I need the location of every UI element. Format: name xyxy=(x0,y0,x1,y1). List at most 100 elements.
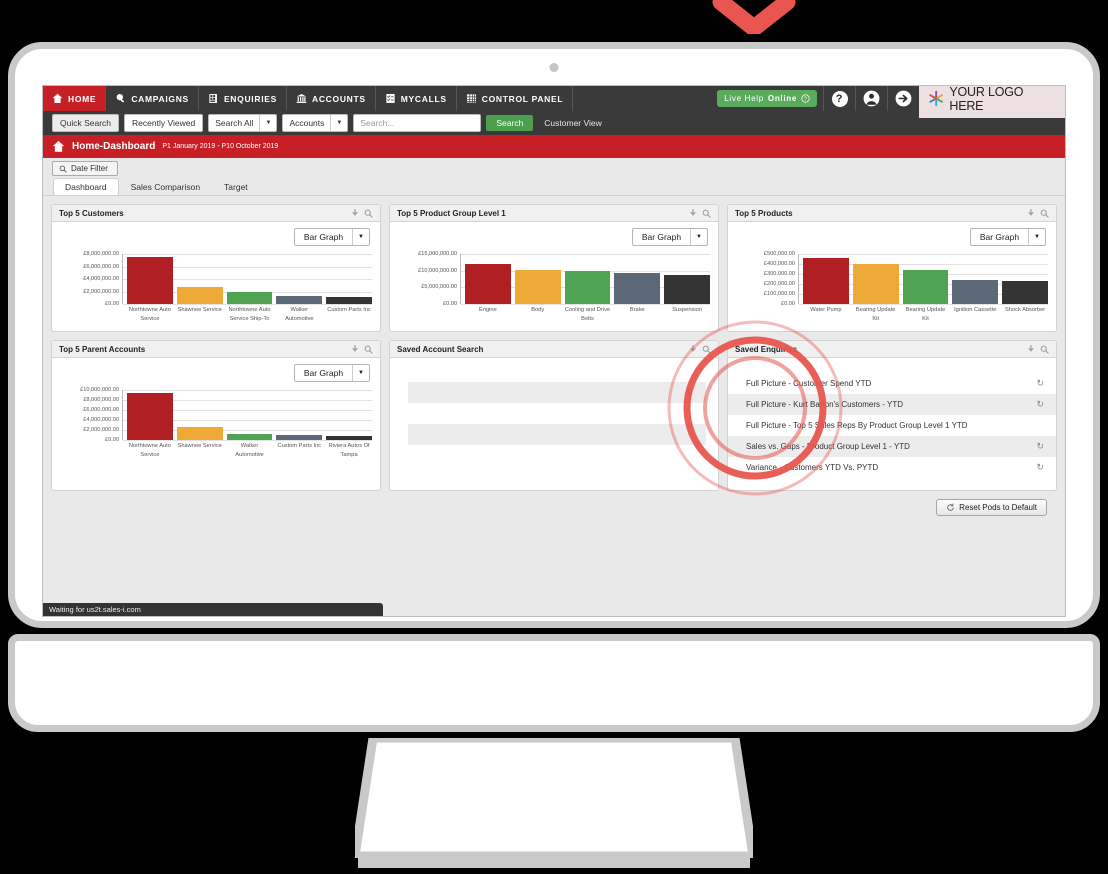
x-axis-tick: Shock Absorber xyxy=(1005,307,1046,313)
list-item[interactable]: Full Picture - Kurt Barton's Customers -… xyxy=(728,394,1056,416)
chart-bar[interactable] xyxy=(276,295,323,304)
chart-bar[interactable] xyxy=(226,292,273,304)
customer-view-link[interactable]: Customer View xyxy=(544,118,601,128)
refresh-icon[interactable]: ↻ xyxy=(1036,378,1044,389)
chevron-down-icon: ▼ xyxy=(1028,229,1045,245)
pod-header-icons xyxy=(1027,208,1049,218)
pod-header: Top 5 Parent Accounts xyxy=(52,341,380,359)
pod-body: Full Picture - Customer Spend YTD ↻ Full P… xyxy=(728,358,1056,490)
x-axis-tick: Suspension xyxy=(672,307,702,313)
nav-item-enquiries[interactable]: ENQUIRIES xyxy=(199,86,287,111)
list-item[interactable] xyxy=(408,424,706,446)
graph-type-select[interactable]: Bar Graph ▼ xyxy=(631,228,708,246)
grid-line xyxy=(799,304,1048,305)
chart-plot-area: £0.00 £2,000,000.00 £4,000,000.00 £6,000,00… xyxy=(60,387,372,443)
logo-area: YOUR LOGO HERE xyxy=(919,86,1065,118)
logout-button[interactable] xyxy=(887,86,919,111)
graph-type-select[interactable]: Bar Graph ▼ xyxy=(969,228,1046,246)
help-button[interactable]: ? xyxy=(823,86,855,111)
monitor-frame: HOME CAMPAIGNS ENQUIRIES ACCOUNTS MYCALL… xyxy=(8,42,1100,628)
refresh-icon[interactable]: ↻ xyxy=(1036,441,1044,452)
chart-bar[interactable] xyxy=(902,269,949,304)
y-axis-tick: £0.00 xyxy=(781,301,795,307)
pod-body: Bar Graph ▼ £0.00 £100,000.00 £200,000.00 £… xyxy=(728,222,1056,331)
chart-bar[interactable] xyxy=(803,258,849,304)
browser-screen: HOME CAMPAIGNS ENQUIRIES ACCOUNTS MYCALL… xyxy=(42,85,1066,617)
chart-bar[interactable] xyxy=(127,393,173,441)
chevron-down-icon: ▼ xyxy=(259,115,276,131)
chart-bar[interactable] xyxy=(465,264,511,304)
nav-item-home[interactable]: HOME xyxy=(43,86,107,111)
chart-bar[interactable] xyxy=(176,287,223,304)
chart-bar[interactable] xyxy=(614,272,661,304)
x-axis-tick: Northtowne Auto Service Ship-To xyxy=(228,307,271,322)
search-entity-select[interactable]: Accounts ▼ xyxy=(282,114,349,132)
chart-bars xyxy=(798,254,1048,305)
chart-bar[interactable] xyxy=(664,275,710,304)
tab-target[interactable]: Target xyxy=(212,178,260,195)
refresh-icon[interactable]: ↻ xyxy=(1036,399,1044,410)
list-item[interactable]: Variance - Customers YTD Vs. PYTD ↻ xyxy=(728,457,1056,478)
list-item[interactable] xyxy=(408,382,706,404)
pin-icon[interactable] xyxy=(1027,208,1035,218)
chart-top-5-customers: £0.00 £2,000,000.00 £4,000,000.00 £6,000,00… xyxy=(60,251,372,323)
refresh-icon[interactable]: ↻ xyxy=(1036,462,1044,473)
pin-icon[interactable] xyxy=(1027,344,1035,354)
pod-header-icons xyxy=(1027,344,1049,354)
magnifier-icon[interactable] xyxy=(1040,345,1049,354)
date-filter-button[interactable]: Date Filter xyxy=(52,161,118,176)
list-item[interactable]: Sales vs. Gaps - Product Group Level 1 -… xyxy=(728,436,1056,458)
chart-bar[interactable] xyxy=(226,434,273,441)
chart-top-5-product-group: £0.00 £5,000,000.00 £10,000,000.00 £15,000,… xyxy=(398,251,710,323)
list-item-label: Full Picture - Customer Spend YTD xyxy=(746,379,872,389)
magnifier-icon[interactable] xyxy=(702,345,711,354)
x-axis-tick: Custom Parts Inc xyxy=(327,307,371,313)
pin-icon[interactable] xyxy=(689,344,697,354)
quick-search-button[interactable]: Quick Search xyxy=(52,114,120,132)
pin-icon[interactable] xyxy=(689,208,697,218)
magnifier-icon[interactable] xyxy=(1040,209,1049,218)
pod-title: Top 5 Products xyxy=(735,208,793,218)
nav-item-campaigns[interactable]: CAMPAIGNS xyxy=(106,86,199,111)
search-input[interactable]: Search... xyxy=(353,114,482,132)
search-toolbar: Quick Search Recently Viewed Search All … xyxy=(43,111,1065,135)
search-button[interactable]: Search xyxy=(486,115,534,131)
chart-bar[interactable] xyxy=(1002,281,1048,304)
reset-pods-button[interactable]: Reset Pods to Default xyxy=(936,499,1047,517)
user-account-button[interactable] xyxy=(855,86,887,111)
chart-bar[interactable] xyxy=(276,434,323,441)
tab-dashboard[interactable]: Dashboard xyxy=(53,178,119,195)
chart-bar[interactable] xyxy=(564,271,611,304)
tab-sales-comparison[interactable]: Sales Comparison xyxy=(119,178,212,195)
nav-item-mycalls[interactable]: MYCALLS xyxy=(376,86,457,111)
chart-bar[interactable] xyxy=(127,257,173,304)
grid-line xyxy=(123,254,372,255)
graph-type-select[interactable]: Bar Graph ▼ xyxy=(293,228,370,246)
grid-line xyxy=(123,304,372,305)
live-help-button[interactable]: Live Help Online ? xyxy=(717,90,817,107)
list-item[interactable]: Full Picture - Top 5 Sales Reps By Produ… xyxy=(728,415,1056,436)
chart-bar[interactable] xyxy=(852,264,899,304)
list-item[interactable]: Full Picture - Customer Spend YTD ↻ xyxy=(728,373,1056,394)
graph-type-select[interactable]: Bar Graph ▼ xyxy=(293,364,370,383)
magnifier-icon[interactable] xyxy=(702,209,711,218)
search-scope-select[interactable]: Search All ▼ xyxy=(208,114,278,132)
pod-header: Saved Enquiries xyxy=(728,341,1056,359)
y-axis-tick: £15,000,000.00 xyxy=(418,251,457,257)
recently-viewed-button[interactable]: Recently Viewed xyxy=(124,114,204,132)
nav-item-accounts[interactable]: ACCOUNTS xyxy=(287,86,376,111)
nav-item-control-panel[interactable]: CONTROL PANEL xyxy=(457,86,574,111)
pin-icon[interactable] xyxy=(351,344,359,354)
chart-bar[interactable] xyxy=(326,297,372,304)
live-help-status: Online xyxy=(767,94,797,103)
chart-bar[interactable] xyxy=(514,270,561,304)
pod-top-5-products: Top 5 Products Bar Graph ▼ £0.00 £100,000… xyxy=(727,204,1057,333)
chart-bar[interactable] xyxy=(952,280,999,304)
chart-bar[interactable] xyxy=(176,426,223,441)
chart-bar[interactable] xyxy=(326,435,372,441)
pod-header: Top 5 Product Group Level 1 xyxy=(390,205,718,222)
magnifier-icon[interactable] xyxy=(364,345,373,354)
magnifier-icon[interactable] xyxy=(364,209,373,218)
y-axis-tick: £2,000,000.00 xyxy=(83,427,119,434)
pin-icon[interactable] xyxy=(351,208,359,218)
